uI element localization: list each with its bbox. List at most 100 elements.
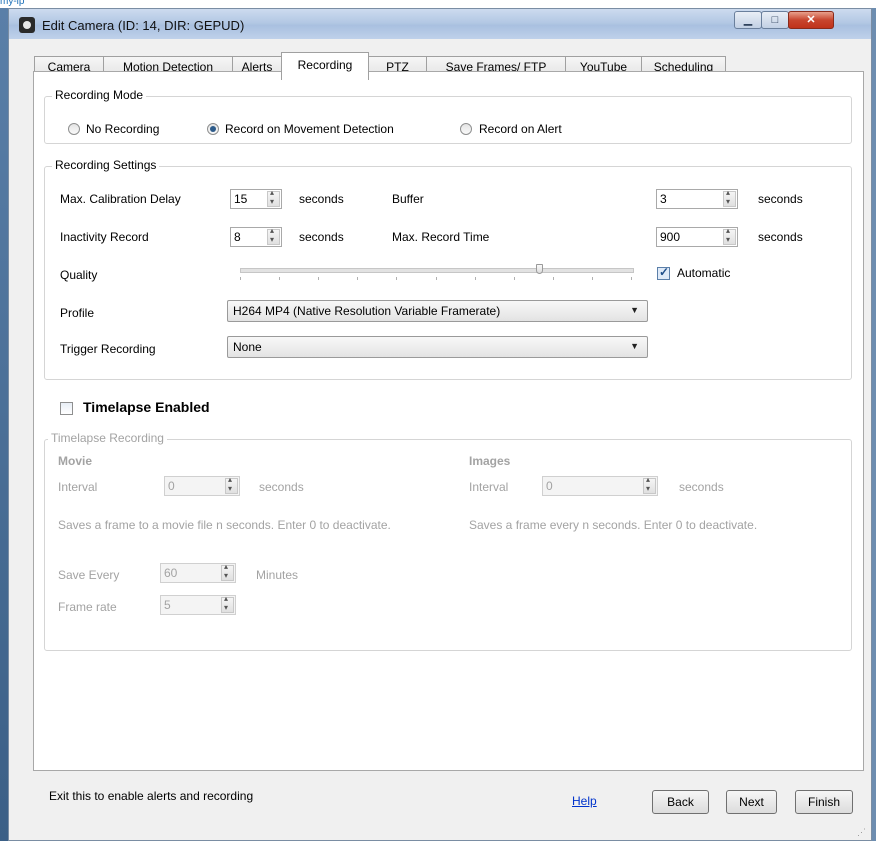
automatic-quality-checkbox[interactable] bbox=[657, 265, 670, 280]
status-text: Exit this to enable alerts and recording bbox=[49, 789, 254, 803]
slider-tick bbox=[592, 277, 593, 280]
buffer-unit: seconds bbox=[758, 192, 803, 206]
images-interval-value: 0 bbox=[546, 479, 553, 493]
camera-app-icon bbox=[19, 17, 35, 33]
back-button[interactable]: Back bbox=[652, 790, 709, 814]
save-every-stepper[interactable]: 60 bbox=[160, 562, 236, 583]
chevron-down-icon: ▼ bbox=[630, 341, 639, 351]
frame-rate-stepper[interactable]: 5 bbox=[160, 594, 236, 615]
max-calibration-delay-stepper[interactable]: 15 bbox=[230, 188, 282, 209]
stepper-arrows-icon[interactable] bbox=[225, 475, 238, 494]
max-calibration-delay-value: 15 bbox=[234, 192, 248, 206]
max-record-time-stepper[interactable]: 900 bbox=[656, 226, 738, 247]
slider-tick bbox=[396, 277, 397, 280]
close-button[interactable]: ✕ bbox=[788, 11, 834, 29]
save-every-unit: Minutes bbox=[256, 568, 299, 582]
timelapse-recording-title: Timelapse Recording bbox=[48, 431, 167, 445]
movie-interval-label: Interval bbox=[58, 480, 98, 494]
maximize-icon: □ bbox=[771, 14, 779, 26]
inactivity-record-label: Inactivity Record bbox=[60, 230, 149, 244]
max-calibration-delay-label: Max. Calibration Delay bbox=[60, 192, 181, 206]
slider-tick bbox=[631, 277, 632, 280]
desktop-edge-left bbox=[0, 8, 8, 841]
top-strip-text: my-ip bbox=[0, 0, 25, 7]
recording-mode-title: Recording Mode bbox=[52, 88, 147, 102]
tab-recording[interactable]: Recording bbox=[281, 52, 369, 80]
max-record-time-unit: seconds bbox=[758, 230, 803, 244]
slider-tick bbox=[553, 277, 554, 280]
recording-tab-panel: Recording Mode No Recording Record on Mo… bbox=[33, 71, 864, 771]
quality-label: Quality bbox=[60, 268, 98, 282]
slider-tick bbox=[514, 277, 515, 280]
next-button[interactable]: Next bbox=[726, 790, 777, 814]
images-interval-stepper[interactable]: 0 bbox=[542, 475, 658, 496]
help-link[interactable]: Help bbox=[572, 794, 597, 808]
radio-record-on-alert[interactable] bbox=[460, 123, 472, 135]
quality-slider-track bbox=[240, 268, 634, 273]
max-record-time-label: Max. Record Time bbox=[392, 230, 490, 244]
buffer-stepper[interactable]: 3 bbox=[656, 188, 738, 209]
images-interval-label: Interval bbox=[469, 480, 509, 494]
slider-tick bbox=[318, 277, 319, 280]
window-title: Edit Camera (ID: 14, DIR: GEPUD) bbox=[42, 18, 245, 33]
images-heading: Images bbox=[469, 454, 511, 468]
trigger-recording-value: None bbox=[233, 340, 262, 354]
radio-record-on-alert-label[interactable]: Record on Alert bbox=[479, 122, 562, 136]
edit-camera-window: Edit Camera (ID: 14, DIR: GEPUD) ▁ □ ✕ C… bbox=[8, 8, 872, 841]
movie-description: Saves a frame to a movie file n seconds.… bbox=[58, 518, 391, 532]
stepper-arrows-icon[interactable] bbox=[267, 188, 280, 207]
movie-heading: Movie bbox=[58, 454, 93, 468]
timelapse-enabled-label[interactable]: Timelapse Enabled bbox=[83, 399, 210, 415]
quality-slider[interactable] bbox=[240, 264, 634, 284]
resize-grip-icon[interactable]: ⋰ bbox=[857, 827, 866, 838]
frame-rate-value: 5 bbox=[164, 598, 171, 612]
minimize-button[interactable]: ▁ bbox=[734, 11, 762, 29]
images-description: Saves a frame every n seconds. Enter 0 t… bbox=[469, 518, 758, 532]
slider-tick bbox=[436, 277, 437, 280]
slider-tick bbox=[475, 277, 476, 280]
stepper-arrows-icon[interactable] bbox=[221, 594, 234, 613]
buffer-value: 3 bbox=[660, 192, 667, 206]
profile-value: H264 MP4 (Native Resolution Variable Fra… bbox=[233, 304, 501, 318]
chevron-down-icon: ▼ bbox=[630, 305, 639, 315]
radio-record-on-movement-label[interactable]: Record on Movement Detection bbox=[225, 122, 394, 136]
images-interval-unit: seconds bbox=[679, 480, 724, 494]
stepper-arrows-icon[interactable] bbox=[221, 562, 234, 581]
stepper-arrows-icon[interactable] bbox=[723, 188, 736, 207]
radio-no-recording-label[interactable]: No Recording bbox=[86, 122, 159, 136]
frame-rate-label: Frame rate bbox=[58, 600, 117, 614]
radio-record-on-movement[interactable] bbox=[207, 123, 219, 135]
max-record-time-value: 900 bbox=[660, 230, 681, 244]
movie-interval-value: 0 bbox=[168, 479, 175, 493]
save-every-label: Save Every bbox=[58, 568, 120, 582]
movie-interval-stepper[interactable]: 0 bbox=[164, 475, 240, 496]
title-bar[interactable]: Edit Camera (ID: 14, DIR: GEPUD) ▁ □ ✕ bbox=[9, 9, 871, 39]
top-strip: my-ip bbox=[0, 0, 876, 8]
movie-interval-unit: seconds bbox=[259, 480, 304, 494]
recording-settings-title: Recording Settings bbox=[52, 158, 160, 172]
desktop-edge-right bbox=[872, 8, 876, 841]
timelapse-enabled-checkbox[interactable] bbox=[60, 402, 73, 415]
stepper-arrows-icon[interactable] bbox=[723, 226, 736, 245]
close-icon: ✕ bbox=[806, 14, 816, 26]
inactivity-record-stepper[interactable]: 8 bbox=[230, 226, 282, 247]
trigger-recording-select[interactable]: None ▼ bbox=[227, 336, 648, 358]
profile-label: Profile bbox=[60, 306, 95, 320]
timelapse-recording-group bbox=[44, 439, 852, 651]
slider-tick bbox=[240, 277, 241, 280]
recording-mode-group bbox=[44, 96, 852, 144]
slider-tick bbox=[279, 277, 280, 280]
automatic-quality-label[interactable]: Automatic bbox=[677, 266, 730, 280]
buffer-label: Buffer bbox=[392, 192, 424, 206]
maximize-button[interactable]: □ bbox=[761, 11, 789, 29]
trigger-recording-label: Trigger Recording bbox=[60, 342, 156, 356]
radio-no-recording[interactable] bbox=[68, 123, 80, 135]
minimize-icon: ▁ bbox=[743, 14, 753, 26]
stepper-arrows-icon[interactable] bbox=[643, 475, 656, 494]
save-every-value: 60 bbox=[164, 566, 178, 580]
stepper-arrows-icon[interactable] bbox=[267, 226, 280, 245]
quality-slider-thumb[interactable] bbox=[536, 264, 543, 274]
finish-button[interactable]: Finish bbox=[795, 790, 853, 814]
inactivity-record-value: 8 bbox=[234, 230, 241, 244]
profile-select[interactable]: H264 MP4 (Native Resolution Variable Fra… bbox=[227, 300, 648, 322]
